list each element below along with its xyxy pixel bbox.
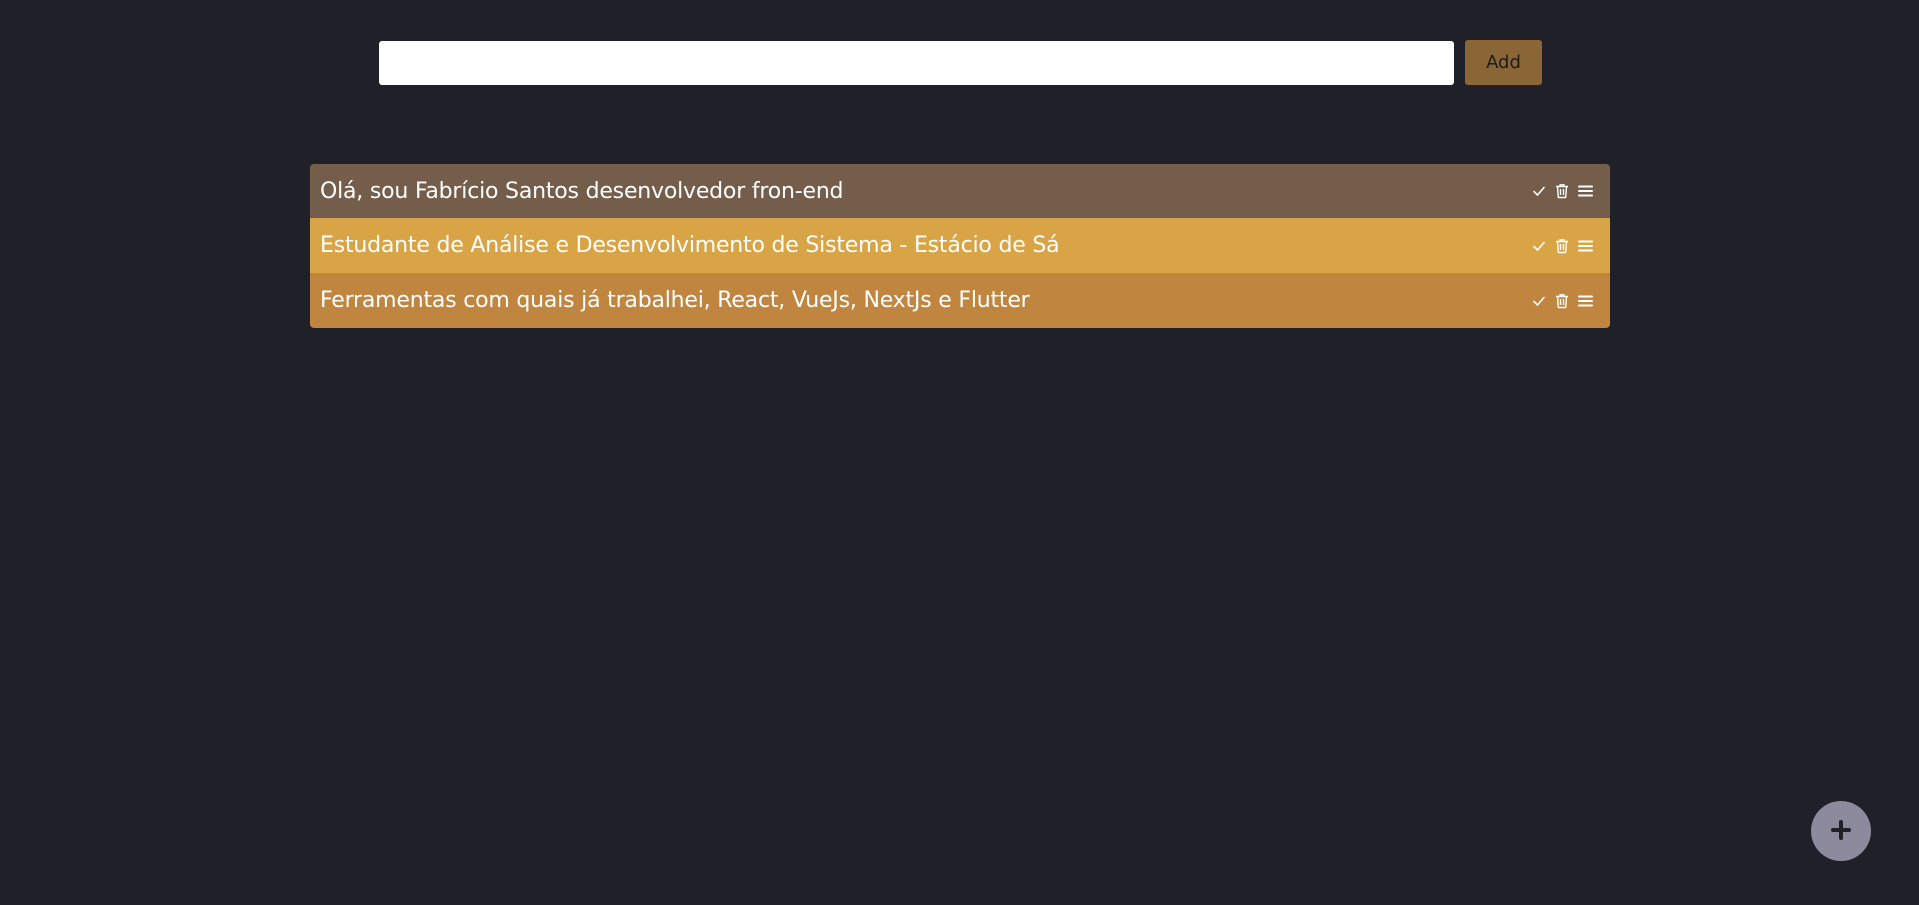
task-text: Olá, sou Fabrício Santos desenvolvedor f… [320,178,844,204]
task-text: Estudante de Análise e Desenvolvimento d… [320,233,1060,258]
task-item: Olá, sou Fabrício Santos desenvolvedor f… [310,164,1610,218]
check-icon[interactable] [1531,293,1547,309]
task-actions [1531,238,1593,254]
add-task-bar: Add [379,40,1542,85]
menu-icon[interactable] [1577,293,1593,309]
task-item: Estudante de Análise e Desenvolvimento d… [310,218,1610,273]
task-item: Ferramentas com quais já trabalhei, Reac… [310,273,1610,328]
add-button[interactable]: Add [1465,40,1542,85]
task-text: Ferramentas com quais já trabalhei, Reac… [320,288,1030,313]
task-list: Olá, sou Fabrício Santos desenvolvedor f… [310,164,1610,328]
trash-icon[interactable] [1554,293,1570,309]
check-icon[interactable] [1531,238,1547,254]
check-icon[interactable] [1531,183,1547,199]
menu-icon[interactable] [1577,183,1593,199]
task-actions [1531,183,1593,199]
add-fab-button[interactable] [1811,801,1871,861]
menu-icon[interactable] [1577,238,1593,254]
trash-icon[interactable] [1554,183,1570,199]
trash-icon[interactable] [1554,238,1570,254]
task-actions [1531,293,1593,309]
task-input[interactable] [379,40,1454,85]
plus-icon [1830,819,1852,844]
